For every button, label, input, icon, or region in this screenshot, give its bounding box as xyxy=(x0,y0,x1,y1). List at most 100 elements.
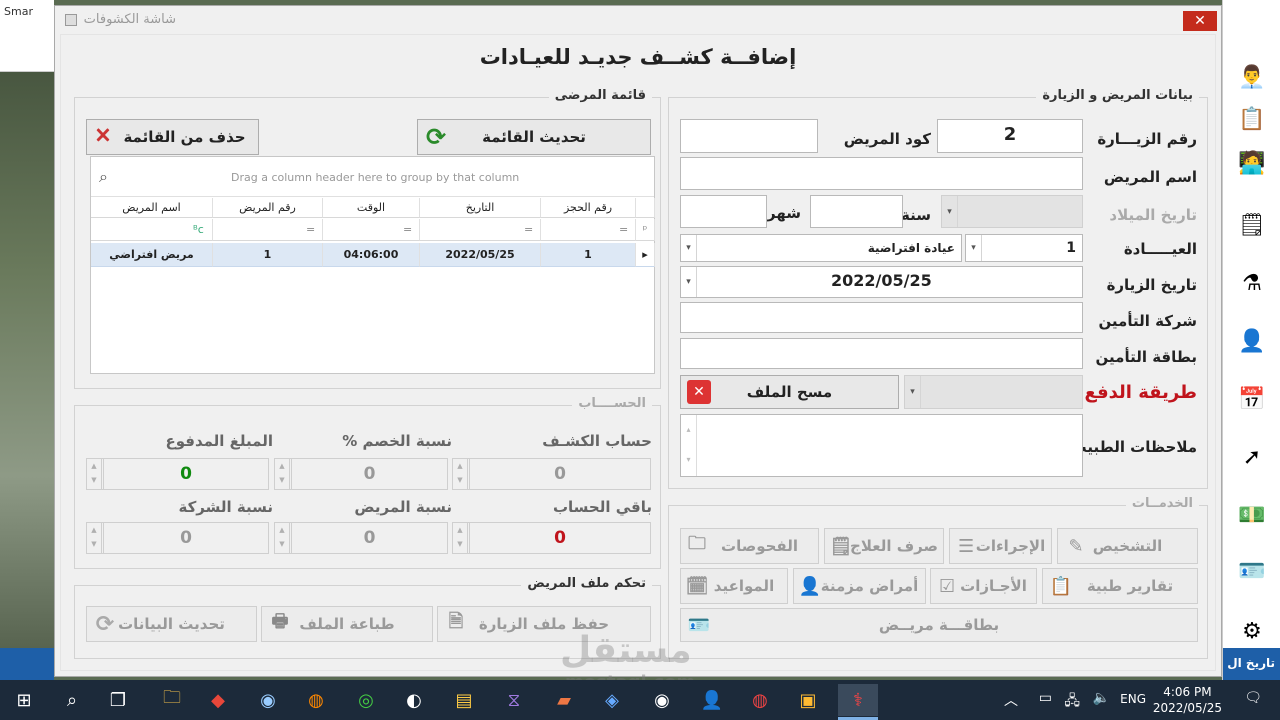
insurance-company-field[interactable] xyxy=(680,302,1083,333)
tests-button[interactable]: 🗀 الفحوصات xyxy=(680,528,819,564)
chrome-icon[interactable]: ◎ xyxy=(346,684,386,716)
column-header-patient-no[interactable]: رقم المريض xyxy=(213,198,323,218)
medical-reports-button[interactable]: 📋 تقارير طبية xyxy=(1042,568,1198,604)
volume-icon[interactable]: 🔈 xyxy=(1093,690,1110,706)
battery-icon[interactable]: ▭ xyxy=(1039,690,1052,706)
app-icon[interactable]: ◍ xyxy=(740,684,780,716)
anydesk-icon[interactable]: ◆ xyxy=(198,684,238,716)
clinic-no-combo[interactable]: 1 ▾ xyxy=(965,234,1083,262)
clinic-name-combo[interactable]: عيادة افتراضية ▾ xyxy=(680,234,962,262)
close-button[interactable]: ✕ xyxy=(1183,11,1217,31)
app-window-icon[interactable]: ▣ xyxy=(788,684,828,716)
refresh-data-button[interactable]: ⟳ تحديث البيانات xyxy=(86,606,257,642)
user-icon[interactable]: 👤 xyxy=(1237,326,1267,356)
month-field[interactable] xyxy=(680,195,767,228)
id-card-icon[interactable]: 🪪 xyxy=(1237,556,1267,586)
language-indicator[interactable]: ENG xyxy=(1120,692,1146,706)
row-selector-icon[interactable]: ▸ xyxy=(636,243,655,267)
discount-value[interactable]: 0 xyxy=(291,459,447,489)
group-panel[interactable]: ⌕ Drag a column header here to group by … xyxy=(91,157,654,197)
appointments-button[interactable]: 🗓 المواعيد xyxy=(680,568,788,604)
visual-studio-icon[interactable]: ⧖ xyxy=(494,684,534,716)
calendar-icon[interactable]: 📅 xyxy=(1237,384,1267,414)
payment-method-combo[interactable]: ▾ xyxy=(904,375,1083,409)
notes-icon[interactable]: 🗒 xyxy=(1237,210,1267,240)
cell-time[interactable]: 04:06:00 xyxy=(323,243,420,267)
clinic-app-icon[interactable]: ⚕ xyxy=(838,684,878,716)
patient-share-value[interactable]: 0 xyxy=(291,523,447,553)
search-icon[interactable]: ⌕ xyxy=(52,684,92,716)
year-field[interactable] xyxy=(810,195,903,228)
settings-icon[interactable]: ⚙ xyxy=(1237,616,1267,646)
company-share-spinner[interactable]: ▲ ▼ 0 xyxy=(86,522,269,554)
remaining-spinner[interactable]: ▲ ▼ 0 xyxy=(452,522,651,554)
network-icon[interactable]: 🖧 xyxy=(1064,690,1080,714)
print-file-button[interactable]: 🖶 طباعة الملف xyxy=(261,606,433,642)
exam-fee-spinner[interactable]: ▲ ▼ 0 xyxy=(452,458,651,490)
discount-spinner[interactable]: ▲ ▼ 0 xyxy=(274,458,448,490)
cursor-icon[interactable]: ➚ xyxy=(1237,442,1267,472)
patient-code-field[interactable] xyxy=(680,119,818,153)
procedures-button[interactable]: ☰ الإجراءات xyxy=(949,528,1052,564)
lab-icon[interactable]: ⚗ xyxy=(1237,268,1267,298)
filter-booking-no[interactable]: = xyxy=(541,219,636,241)
firefox-icon[interactable]: ◍ xyxy=(296,684,336,716)
column-header-patient-name[interactable]: اسم المريض xyxy=(91,198,213,218)
birth-date-combo[interactable]: ▾ xyxy=(941,195,1083,228)
clear-file-button[interactable]: ✕ مسح الملف xyxy=(680,375,899,409)
patient-name-field[interactable] xyxy=(680,157,1083,190)
company-share-value[interactable]: 0 xyxy=(103,523,268,553)
spinner-arrows[interactable]: ▲ ▼ xyxy=(87,523,102,553)
sql-server-icon[interactable]: ▤ xyxy=(444,684,484,716)
doctor-icon[interactable]: 👨‍💼 xyxy=(1237,62,1267,92)
cell-date[interactable]: 2022/05/25 xyxy=(420,243,541,267)
spinner-arrows[interactable]: ▲ ▼ xyxy=(87,459,102,489)
clipboard-check-icon[interactable]: 📋 xyxy=(1237,104,1267,134)
search-icon[interactable]: ⌕ xyxy=(99,167,108,187)
app-icon[interactable]: ◉ xyxy=(642,684,682,716)
cell-patient-name[interactable]: مريض افتراضي xyxy=(91,243,213,267)
column-header-date[interactable]: التاريخ xyxy=(420,198,541,218)
diagnosis-button[interactable]: ✎ التشخيص xyxy=(1057,528,1198,564)
doctor-notes-field[interactable]: ▴ ▾ xyxy=(680,414,1083,477)
powerpoint-icon[interactable]: ▰ xyxy=(544,684,584,716)
prescription-button[interactable]: 🗒 صرف العلاج xyxy=(824,528,944,564)
filter-time[interactable]: = xyxy=(323,219,420,241)
media-player-icon[interactable]: ◉ xyxy=(248,684,288,716)
spinner-arrows[interactable]: ▲ ▼ xyxy=(453,459,468,489)
obs-icon[interactable]: ◐ xyxy=(394,684,434,716)
cell-patient-no[interactable]: 1 xyxy=(213,243,323,267)
patients-grid[interactable]: ⌕ Drag a column header here to group by … xyxy=(90,156,655,374)
visit-no-field[interactable]: 2 xyxy=(937,119,1083,153)
windows-start-icon[interactable]: ⊞ xyxy=(4,684,44,716)
paid-spinner[interactable]: ▲ ▼ 0 xyxy=(86,458,269,490)
spinner-arrows[interactable]: ▲ ▼ xyxy=(275,523,290,553)
reception-icon[interactable]: 🧑‍💻 xyxy=(1237,148,1267,178)
chronic-diseases-button[interactable]: 👤 أمراض مزمنة xyxy=(793,568,926,604)
paid-value[interactable]: 0 xyxy=(103,459,268,489)
cell-booking-no[interactable]: 1 xyxy=(541,243,636,267)
filter-date[interactable]: = xyxy=(420,219,541,241)
spinner-arrows[interactable]: ▲ ▼ xyxy=(453,523,468,553)
notifications-icon[interactable]: 🗨 xyxy=(1244,690,1262,706)
column-header-time[interactable]: الوقت xyxy=(323,198,420,218)
delete-from-list-button[interactable]: 🗙 حذف من القائمة xyxy=(86,119,259,155)
file-explorer-icon[interactable]: 🗀 xyxy=(152,684,192,716)
refresh-list-button[interactable]: ⟳ تحديث القائمة xyxy=(417,119,651,155)
notes-scrollbar[interactable]: ▴ ▾ xyxy=(681,415,697,476)
filter-patient-no[interactable]: = xyxy=(213,219,323,241)
patient-card-button[interactable]: 🪪 بطاقـــة مريــض xyxy=(680,608,1198,642)
chevron-up-icon[interactable]: ︿ xyxy=(1004,690,1018,710)
money-icon[interactable]: 💵 xyxy=(1237,500,1267,530)
exam-fee-value[interactable]: 0 xyxy=(469,459,650,489)
insurance-card-field[interactable] xyxy=(680,338,1083,369)
spinner-arrows[interactable]: ▲ ▼ xyxy=(275,459,290,489)
patient-share-spinner[interactable]: ▲ ▼ 0 xyxy=(274,522,448,554)
task-view-icon[interactable]: ❐ xyxy=(98,684,138,716)
app-icon[interactable]: ◈ xyxy=(592,684,632,716)
leaves-button[interactable]: ☑ الأجـازات xyxy=(930,568,1037,604)
app-user-icon[interactable]: 👤 xyxy=(692,684,732,716)
filter-patient-name[interactable]: ᴮc xyxy=(91,219,213,241)
column-header-booking-no[interactable]: رقم الحجز xyxy=(541,198,636,218)
remaining-value[interactable]: 0 xyxy=(469,523,650,553)
